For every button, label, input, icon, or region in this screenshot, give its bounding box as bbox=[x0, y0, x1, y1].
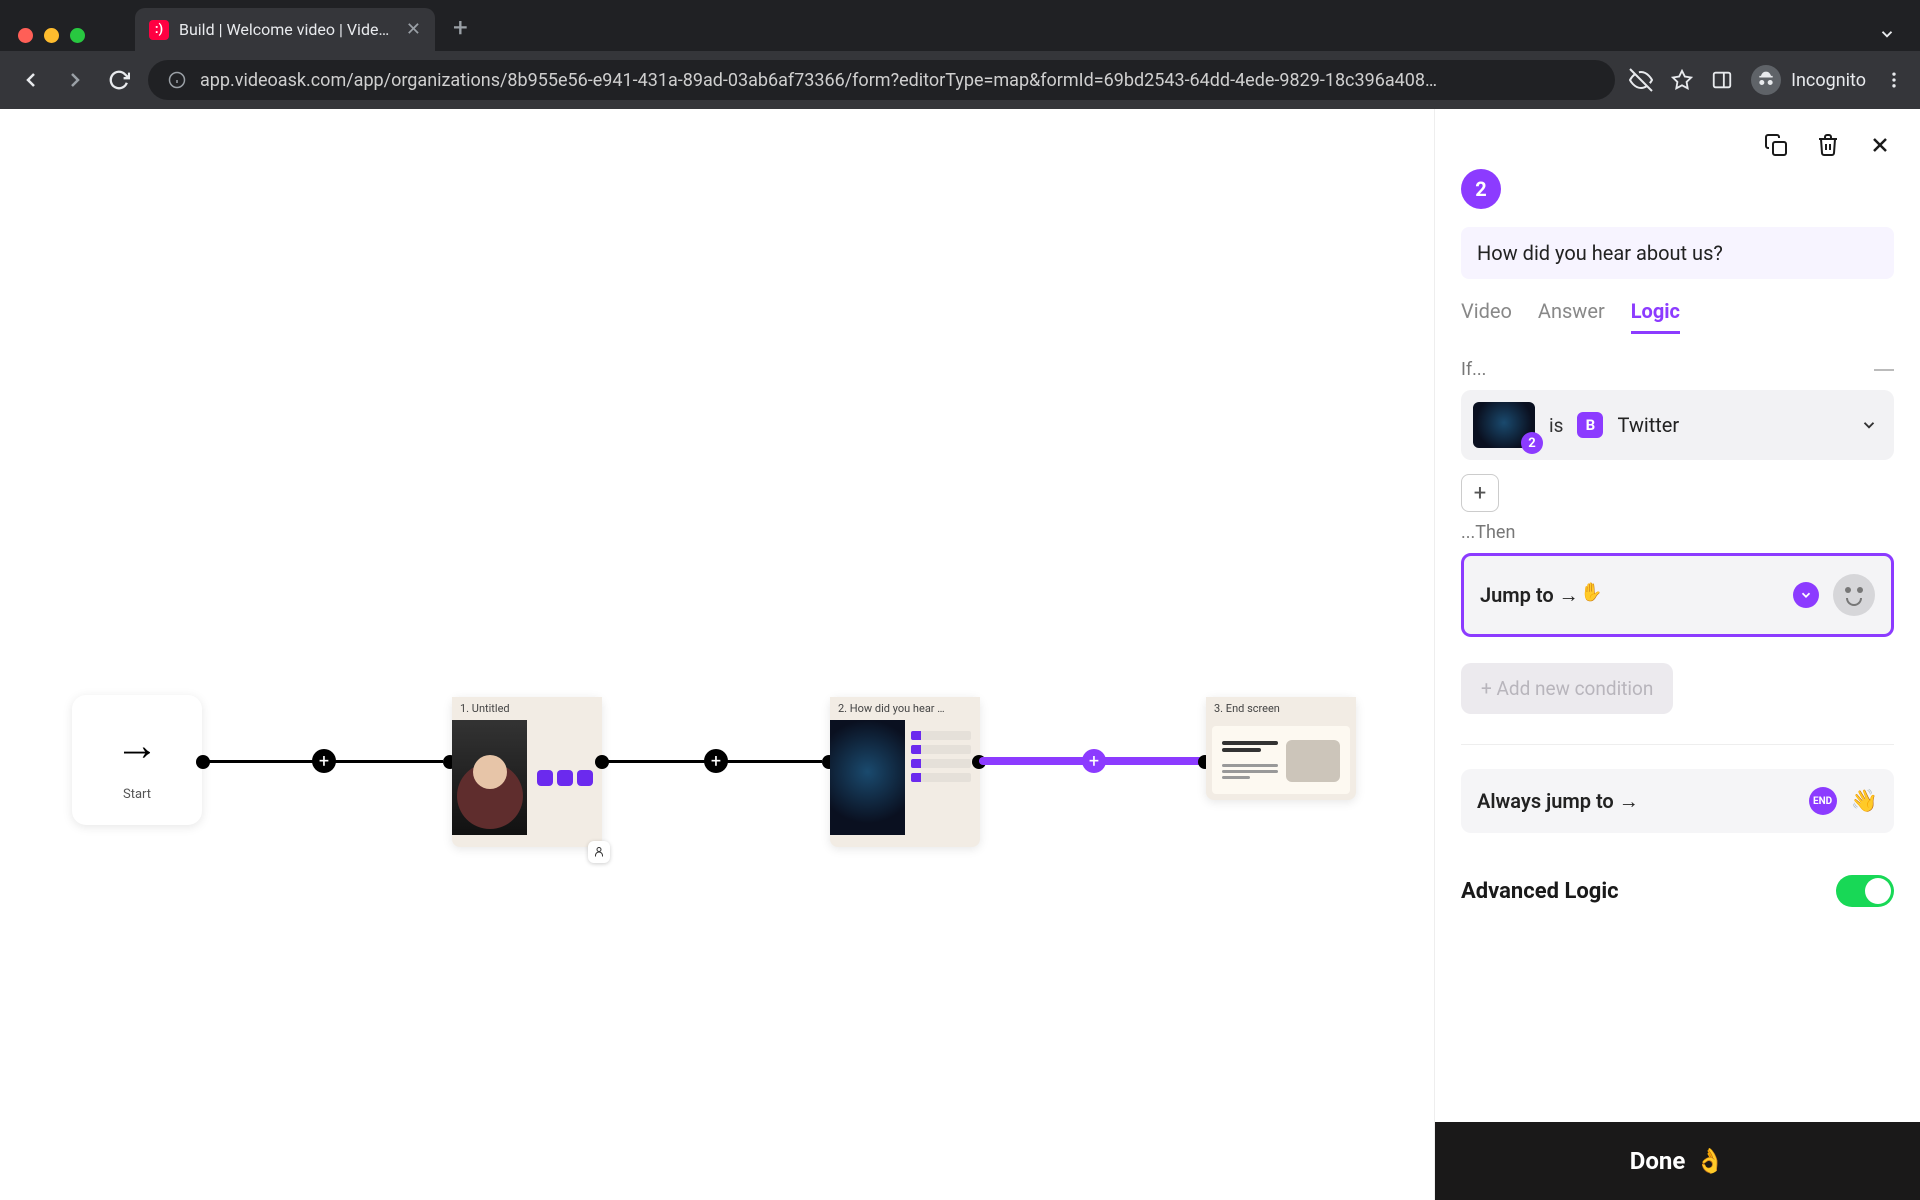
chevron-down-icon[interactable] bbox=[1793, 582, 1819, 608]
delete-button[interactable] bbox=[1814, 131, 1842, 159]
choice-list-preview bbox=[905, 720, 971, 835]
tab-answer[interactable]: Answer bbox=[1538, 299, 1605, 334]
window-maximize-icon[interactable] bbox=[70, 28, 85, 43]
site-info-icon[interactable] bbox=[168, 71, 186, 89]
step-node-1[interactable]: 1. Untitled bbox=[452, 697, 602, 847]
browser-chrome: :) Build | Welcome video | VideoA… ✕ + a… bbox=[0, 0, 1920, 109]
sidebar-tabs: Video Answer Logic bbox=[1461, 299, 1894, 335]
step-title: 2. How did you hear … bbox=[830, 697, 980, 720]
chevron-down-icon[interactable] bbox=[1860, 416, 1878, 434]
new-tab-button[interactable]: + bbox=[453, 13, 468, 43]
done-button[interactable]: Done 👌 bbox=[1435, 1122, 1920, 1200]
tab-logic[interactable]: Logic bbox=[1631, 299, 1680, 334]
eye-off-icon[interactable] bbox=[1629, 68, 1653, 92]
url-input[interactable]: app.videoask.com/app/organizations/8b955… bbox=[148, 60, 1615, 100]
sidebar-toolbar bbox=[1435, 109, 1920, 169]
choice-value: Twitter bbox=[1617, 413, 1846, 437]
done-label: Done bbox=[1630, 1147, 1686, 1175]
ok-hand-icon: 👌 bbox=[1695, 1147, 1725, 1175]
incognito-label: Incognito bbox=[1791, 70, 1866, 91]
always-jump-label: Always jump to → bbox=[1477, 789, 1795, 814]
favicon-icon: :) bbox=[149, 20, 169, 40]
jump-to-selector[interactable]: Jump to → ✋ bbox=[1461, 553, 1894, 637]
menu-kebab-icon[interactable] bbox=[1884, 70, 1904, 90]
placeholder-face-icon bbox=[1833, 574, 1875, 616]
canvas-area[interactable]: → Start + 1. Untitled bbox=[0, 109, 1434, 1200]
then-label: ...Then bbox=[1461, 522, 1894, 543]
panel-icon[interactable] bbox=[1711, 69, 1733, 91]
tab-strip: :) Build | Welcome video | VideoA… ✕ + bbox=[0, 0, 1920, 51]
url-text: app.videoask.com/app/organizations/8b955… bbox=[200, 70, 1595, 91]
if-label: If... bbox=[1461, 359, 1894, 380]
always-jump-row[interactable]: Always jump to → END 👋 bbox=[1461, 769, 1894, 833]
start-node[interactable]: → Start bbox=[72, 695, 202, 825]
step-answers-preview bbox=[527, 720, 602, 835]
duplicate-button[interactable] bbox=[1762, 131, 1790, 159]
condition-row[interactable]: 2 is B Twitter bbox=[1461, 390, 1894, 460]
add-condition-button: + Add new condition bbox=[1461, 663, 1673, 714]
condition-step-thumb: 2 bbox=[1473, 402, 1535, 448]
back-button[interactable] bbox=[16, 65, 46, 95]
logic-sidebar: 2 How did you hear about us? Video Answe… bbox=[1434, 109, 1920, 1200]
condition-step-badge: 2 bbox=[1521, 432, 1543, 454]
question-text: How did you hear about us? bbox=[1461, 227, 1894, 279]
arrow-right-icon: → bbox=[115, 719, 159, 771]
end-badge: END bbox=[1809, 787, 1837, 815]
incognito-indicator[interactable]: Incognito bbox=[1751, 65, 1866, 95]
close-button[interactable] bbox=[1866, 131, 1894, 159]
forward-button bbox=[60, 65, 90, 95]
incognito-icon bbox=[1751, 65, 1781, 95]
collapse-icon[interactable] bbox=[1874, 369, 1894, 371]
jump-to-label: Jump to → bbox=[1480, 583, 1779, 608]
app-root: → Start + 1. Untitled bbox=[0, 109, 1920, 1200]
if-text: If... bbox=[1461, 359, 1486, 380]
flow-canvas[interactable]: → Start + 1. Untitled bbox=[0, 109, 1434, 1200]
add-subcondition-button[interactable]: + bbox=[1461, 474, 1499, 512]
condition-operator: is bbox=[1549, 414, 1563, 437]
start-label: Start bbox=[123, 787, 151, 802]
add-step-button[interactable]: + bbox=[704, 749, 728, 773]
add-step-button[interactable]: + bbox=[1082, 749, 1106, 773]
tab-close-icon[interactable]: ✕ bbox=[406, 19, 421, 40]
window-controls bbox=[18, 28, 85, 43]
video-thumb-icon bbox=[830, 720, 905, 835]
add-step-button[interactable]: + bbox=[312, 749, 336, 773]
reload-button[interactable] bbox=[104, 65, 134, 95]
tabs-dropdown-icon[interactable] bbox=[1878, 25, 1896, 43]
address-bar: app.videoask.com/app/organizations/8b955… bbox=[0, 51, 1920, 109]
window-minimize-icon[interactable] bbox=[44, 28, 59, 43]
then-text: ...Then bbox=[1461, 522, 1515, 543]
step-title: 1. Untitled bbox=[452, 697, 602, 720]
step-number-badge: 2 bbox=[1461, 169, 1501, 209]
browser-tab[interactable]: :) Build | Welcome video | VideoA… ✕ bbox=[135, 8, 435, 51]
step-node-2[interactable]: 2. How did you hear … bbox=[830, 697, 980, 847]
window-close-icon[interactable] bbox=[18, 28, 33, 43]
tab-video[interactable]: Video bbox=[1461, 299, 1512, 334]
advanced-logic-toggle[interactable] bbox=[1836, 875, 1894, 907]
divider bbox=[1461, 744, 1894, 745]
step-title: 3. End screen bbox=[1206, 697, 1356, 720]
advanced-logic-label: Advanced Logic bbox=[1461, 879, 1619, 904]
wave-icon: 👋 bbox=[1851, 789, 1878, 814]
tab-title: Build | Welcome video | VideoA… bbox=[179, 20, 396, 39]
end-node[interactable]: 3. End screen bbox=[1206, 697, 1356, 800]
choice-letter-badge: B bbox=[1577, 412, 1603, 438]
bookmark-star-icon[interactable] bbox=[1671, 69, 1693, 91]
contact-form-badge-icon bbox=[588, 841, 610, 863]
video-thumb-icon bbox=[452, 720, 527, 835]
end-cta-preview bbox=[1286, 740, 1340, 782]
advanced-logic-row: Advanced Logic bbox=[1461, 869, 1894, 931]
